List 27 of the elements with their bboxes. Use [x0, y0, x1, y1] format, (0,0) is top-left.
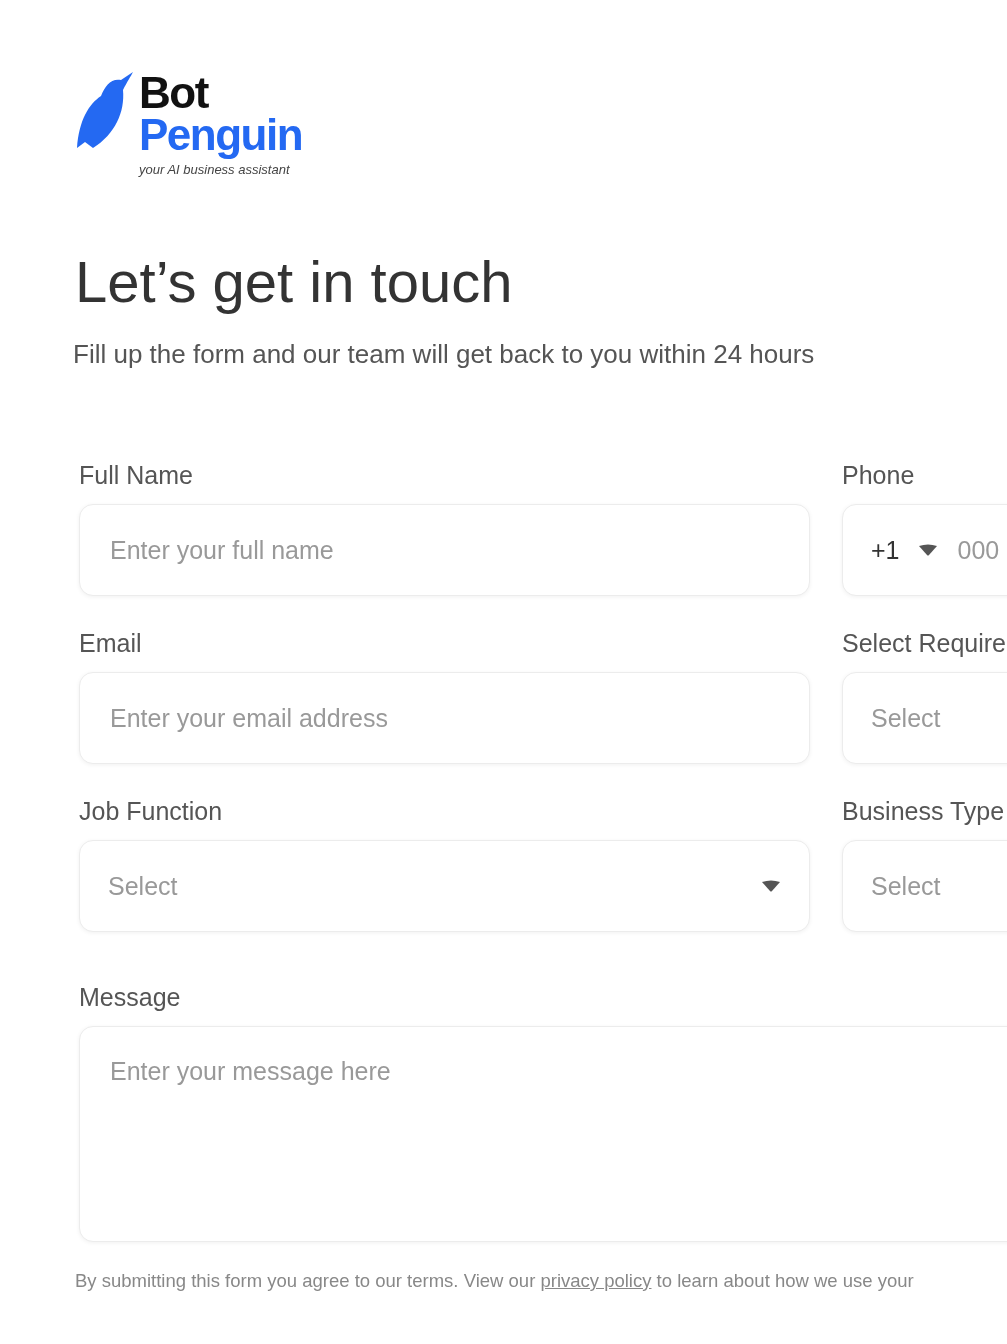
text-field[interactable]: Enter your full name — [79, 504, 810, 596]
select-field[interactable]: Select — [79, 840, 810, 932]
text-input[interactable]: Enter your full name — [108, 534, 781, 566]
select-field[interactable]: Select — [842, 840, 1007, 932]
page-heading: Let’s get in touch — [75, 248, 514, 316]
message-field[interactable]: Enter your message here — [79, 1026, 1007, 1242]
field-label: Phone — [842, 460, 916, 491]
privacy-policy-link[interactable]: privacy policy — [540, 1270, 652, 1291]
phone-field[interactable]: +1 000 — [842, 504, 1007, 596]
field-label: Email — [79, 628, 143, 659]
country-code[interactable]: +1 — [871, 535, 900, 565]
select-field[interactable]: Select — [842, 672, 1007, 764]
field-label: Job Function — [79, 796, 224, 827]
consent-text: By submitting this form you agree to our terms. View our privacy policy to learn about how we use your — [75, 1270, 915, 1292]
caret-icon — [761, 880, 781, 892]
message-input[interactable]: Enter your message here — [108, 1055, 1007, 1219]
field-label: Select Require — [842, 628, 1007, 659]
field-label: Business Type — [842, 796, 1006, 827]
text-field[interactable]: Enter your email address — [79, 672, 810, 764]
phone-number-input[interactable]: 000 — [955, 534, 1007, 566]
field-label: Full Name — [79, 460, 194, 491]
page-subtitle: Fill up the form and our team will get back to you within 24 hours — [73, 339, 816, 370]
field-label: Message — [79, 982, 182, 1013]
caret-icon — [917, 544, 938, 556]
logo-text: Bot — [139, 72, 210, 114]
logo-tagline: your AI business assistant — [139, 162, 291, 177]
text-input[interactable]: Enter your email address — [108, 702, 781, 734]
